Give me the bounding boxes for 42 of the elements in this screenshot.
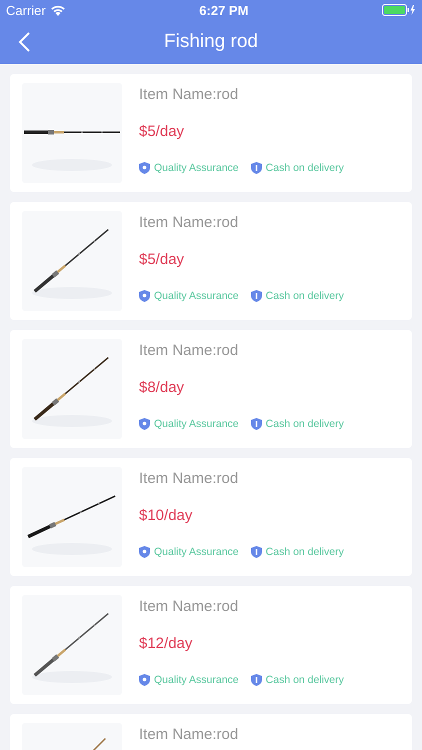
item-name: Item Name:rod bbox=[139, 598, 240, 615]
shield-icon bbox=[139, 290, 150, 302]
product-card[interactable]: Item Name:rod $10/day Quality Assurance Cash on delivery bbox=[10, 458, 412, 576]
shield-dollar-icon bbox=[250, 418, 262, 430]
item-price: $8/day bbox=[139, 379, 186, 396]
tag-label: Cash on delivery bbox=[266, 418, 344, 430]
shield-dollar-icon bbox=[250, 162, 262, 174]
item-price: $5/day bbox=[139, 251, 186, 268]
item-name: Item Name:rod bbox=[139, 86, 240, 103]
status-time: 6:27 PM bbox=[199, 2, 248, 18]
shield-icon bbox=[139, 674, 150, 686]
product-card[interactable]: Item Name:rod $8/day Quality Assurance Cash on delivery bbox=[10, 330, 412, 448]
product-card[interactable]: Item Name:rod $12/day Quality Assurance Cash on delivery bbox=[10, 586, 412, 704]
shield-icon bbox=[139, 418, 150, 430]
shield-dollar-icon bbox=[250, 546, 262, 558]
tag-label: Cash on delivery bbox=[266, 546, 344, 558]
shield-icon bbox=[139, 162, 150, 174]
shield-dollar-icon bbox=[250, 290, 262, 302]
tag-label: Quality Assurance bbox=[154, 546, 239, 558]
item-name: Item Name:rod bbox=[139, 342, 240, 359]
item-price: $10/day bbox=[139, 507, 194, 524]
item-name: Item Name:rod bbox=[139, 726, 238, 743]
item-name: Item Name:rod bbox=[139, 470, 240, 487]
tag-label: Cash on delivery bbox=[266, 290, 344, 302]
tag-label: Quality Assurance bbox=[154, 674, 239, 686]
product-card[interactable]: Item Name:rod bbox=[10, 714, 412, 750]
tag-label: Cash on delivery bbox=[266, 674, 344, 686]
carrier-label: Carrier bbox=[6, 2, 46, 18]
tag-label: Cash on delivery bbox=[266, 162, 344, 174]
tag-label: Quality Assurance bbox=[154, 290, 239, 302]
item-price: $12/day bbox=[139, 635, 194, 652]
tag-label: Quality Assurance bbox=[154, 162, 239, 174]
battery-icon bbox=[382, 4, 416, 16]
shield-dollar-icon bbox=[250, 674, 262, 686]
product-card[interactable]: Item Name:rod $5/day Quality Assurance Cash on delivery bbox=[10, 74, 412, 192]
wifi-icon bbox=[50, 4, 66, 16]
nav-title: Fishing rod bbox=[164, 31, 258, 53]
item-price: $5/day bbox=[139, 123, 186, 140]
shield-icon bbox=[139, 546, 150, 558]
tag-label: Quality Assurance bbox=[154, 418, 239, 430]
item-name: Item Name:rod bbox=[139, 214, 240, 231]
product-card[interactable]: Item Name:rod $5/day Quality Assurance Cash on delivery bbox=[10, 202, 412, 320]
